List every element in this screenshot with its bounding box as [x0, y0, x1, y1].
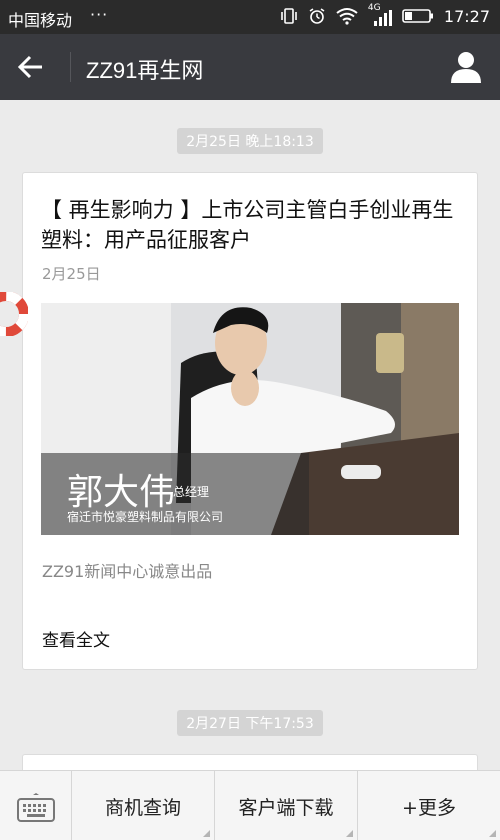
title-divider [70, 52, 71, 82]
account-title: ZZ91再生网 [86, 58, 204, 83]
user-profile-icon[interactable] [450, 50, 482, 84]
read-more-link[interactable]: 查看全文 [42, 626, 110, 651]
keyboard-icon [17, 793, 55, 822]
submenu-indicator-icon [346, 830, 353, 837]
article-date: 2月25日 [42, 265, 101, 283]
signal-icon: 4G [368, 3, 392, 26]
menu-client-download[interactable]: 客户端下载 [215, 771, 358, 840]
article-card[interactable]: 【 再生影响力 】上市公司主管白手创业再生塑料：用产品征服客户 2月25日 郭大… [22, 172, 478, 670]
cover-person-role: 总经理 [173, 485, 210, 499]
message-timestamp: 2月25日 晚上18:13 [0, 128, 500, 154]
article-cover-image[interactable]: 郭大伟 总经理 宿迁市悦豪塑料制品有限公司 [41, 303, 459, 535]
message-timestamp: 2月27日 下午17:53 [0, 710, 500, 736]
status-bar: 中国移动 ··· 4G 17:27 [0, 0, 500, 34]
submenu-indicator-icon [203, 830, 210, 837]
menu-business-search[interactable]: 商机查询 [72, 771, 215, 840]
cover-company-name: 宿迁市悦豪塑料制品有限公司 [67, 510, 224, 524]
notification-dots: ··· [90, 5, 109, 24]
menu-more[interactable]: +更多 [358, 771, 500, 840]
carrier-label: 中国移动 [8, 11, 73, 30]
lifebuoy-icon[interactable] [0, 292, 28, 336]
clock: 17:27 [443, 6, 490, 26]
article-headline[interactable]: 【 再生影响力 】上市公司主管白手创业再生塑料：用产品征服客户 [41, 195, 461, 255]
wifi-icon [336, 8, 358, 25]
bottom-menu-bar: 商机查询 客户端下载 +更多 [0, 770, 500, 840]
keyboard-toggle-button[interactable] [0, 771, 72, 840]
title-bar: ZZ91再生网 [0, 34, 500, 100]
back-arrow-icon[interactable] [16, 52, 46, 82]
submenu-indicator-icon [489, 830, 496, 837]
vibrate-icon [281, 8, 297, 24]
alarm-icon [309, 8, 325, 24]
battery-icon [402, 9, 433, 23]
article-summary: ZZ91新闻中心诚意出品 [42, 562, 213, 581]
status-icons: 4G 17:27 [280, 3, 490, 26]
